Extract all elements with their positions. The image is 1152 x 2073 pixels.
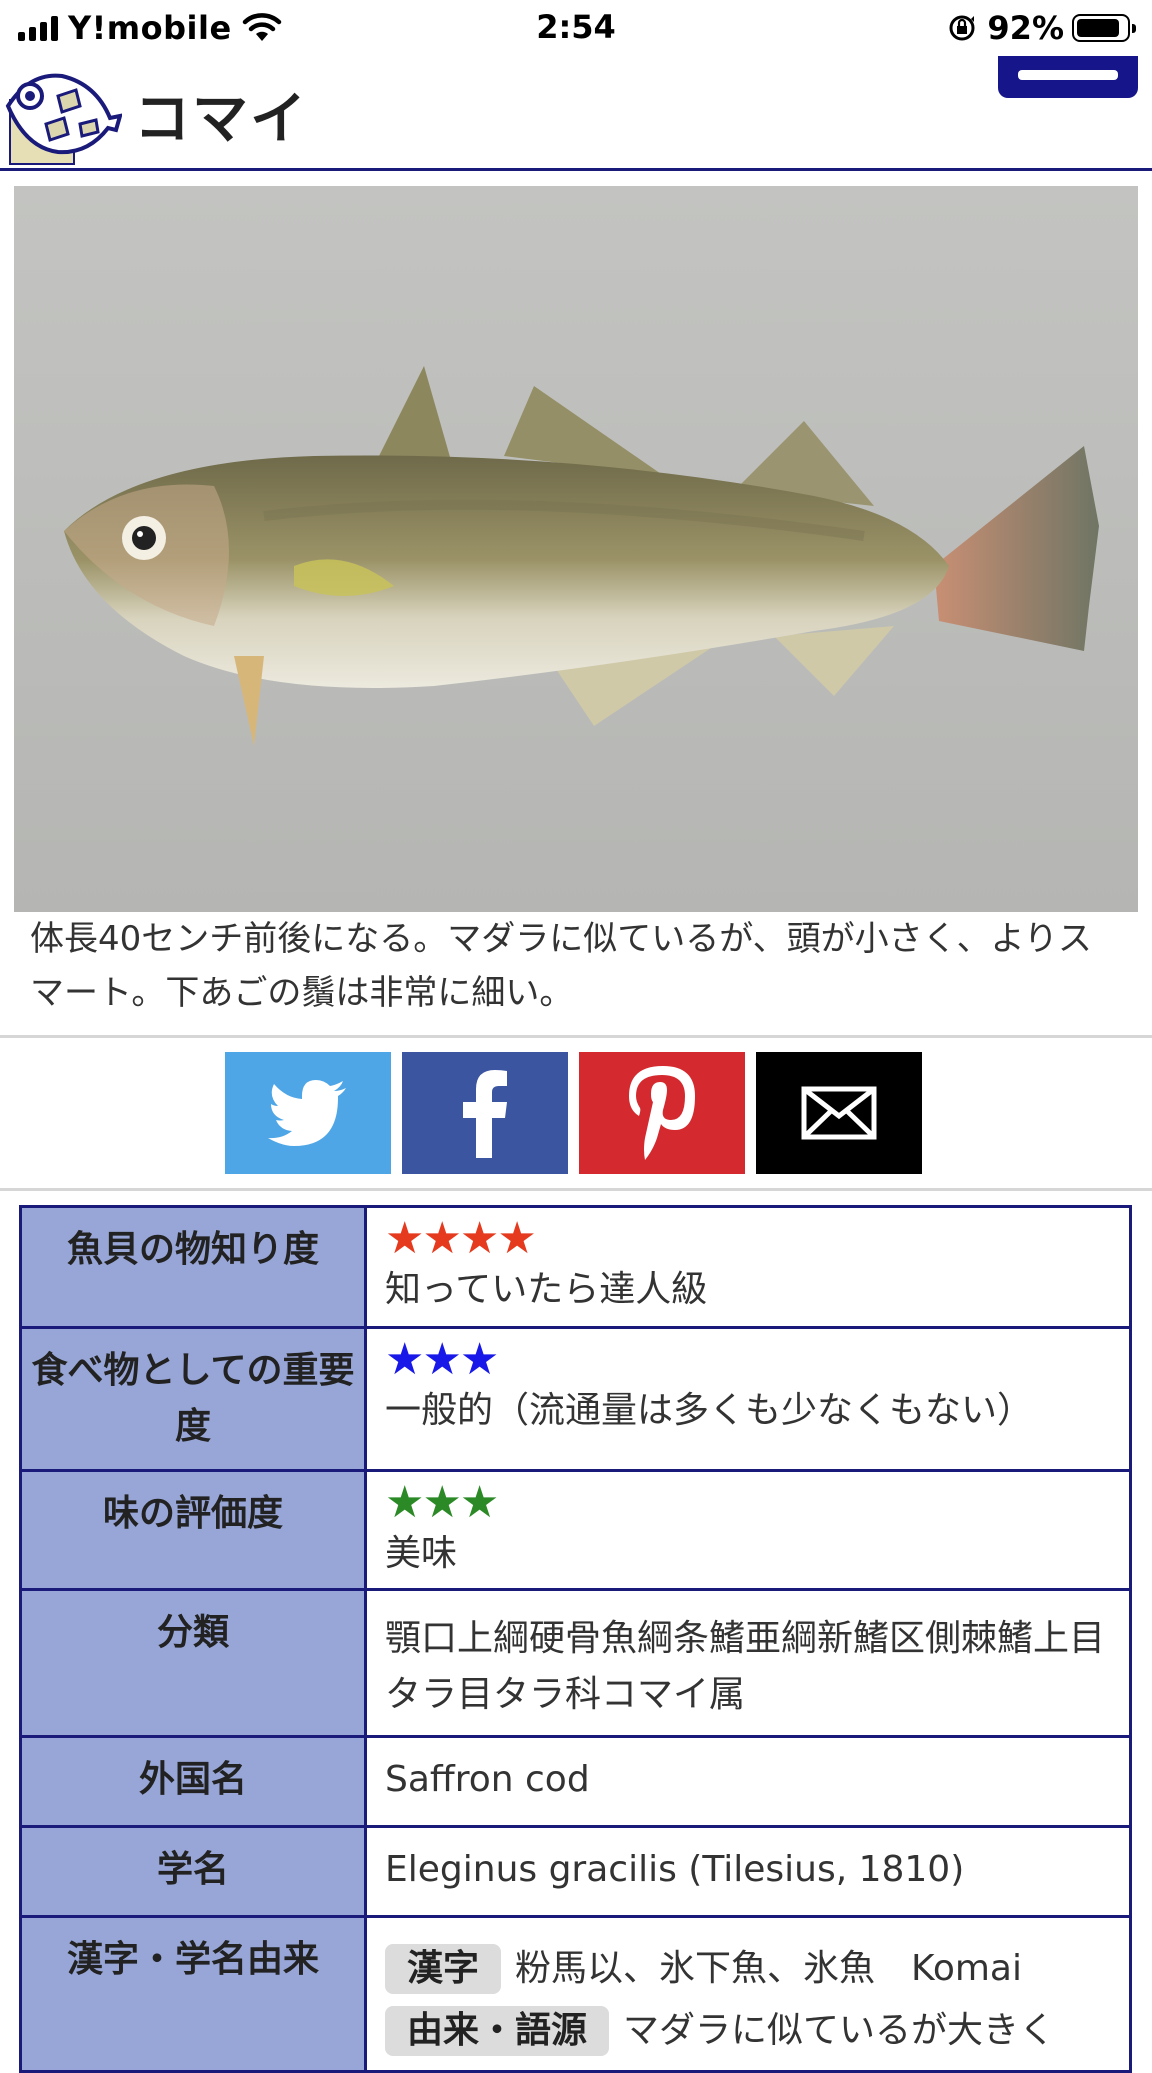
rating-text: 美味: [385, 1533, 458, 1574]
mail-icon: [801, 1086, 877, 1140]
rating-cell: ★★★ 美味: [364, 1469, 1132, 1593]
detail-label: 漢字・学名由来: [19, 1915, 367, 2073]
rating-row-importance: 食べ物としての重要度 ★★★ 一般的（流通量は多くも少なくもない）: [19, 1326, 1132, 1472]
detail-value: Eleginus gracilis (Tilesius, 1810): [364, 1825, 1132, 1918]
pinterest-share-button[interactable]: [579, 1052, 745, 1174]
divider: [0, 1188, 1152, 1191]
star-rating: ★★★: [385, 1334, 499, 1385]
battery-icon: [1072, 14, 1136, 42]
kanji-tag: 漢字: [385, 1944, 502, 1994]
fish-photo: [14, 186, 1138, 912]
rating-text: 一般的（流通量は多くも少なくもない）: [385, 1390, 1034, 1431]
battery-percent: 92%: [987, 9, 1064, 47]
origin-text: マダラに似ているが大きく: [623, 2010, 1056, 2051]
share-bar: [225, 1052, 922, 1174]
detail-row-kanji: 漢字・学名由来 漢字 粉馬以、氷下魚、氷魚 Komai 由来・語源 マダラに似ている…: [19, 1915, 1132, 2073]
menu-button[interactable]: [998, 56, 1138, 98]
twitter-icon: [268, 1080, 346, 1146]
rating-label: 魚貝の物知り度: [19, 1205, 367, 1329]
detail-row-foreign-name: 外国名 Saffron cod: [19, 1735, 1132, 1828]
fish-description: 体長40センチ前後になる。マダラに似ているが、頭が小さく、よりスマート。下あごの…: [30, 919, 1092, 1013]
detail-row-classification: 分類 顎口上綱硬骨魚綱条鰭亜綱新鰭区側棘鰭上目タラ目タラ科コマイ属: [19, 1588, 1132, 1738]
kanji-text: 粉馬以、氷下魚、氷魚 Komai: [515, 1948, 1022, 1989]
page-header: コマイ: [0, 56, 1152, 171]
details-table: 分類 顎口上綱硬骨魚綱条鰭亜綱新鰭区側棘鰭上目タラ目タラ科コマイ属 外国名 Sa…: [19, 1588, 1132, 2073]
rating-label: 味の評価度: [19, 1469, 367, 1593]
star-rating: ★★★: [385, 1477, 499, 1528]
twitter-share-button[interactable]: [225, 1052, 391, 1174]
star-rating: ★★★★: [385, 1213, 537, 1264]
ratings-table: 魚貝の物知り度 ★★★★ 知っていたら達人級 食べ物としての重要度 ★★★ 一般…: [19, 1205, 1132, 1593]
page-title: コマイ: [134, 87, 308, 152]
facebook-share-button[interactable]: [402, 1052, 568, 1174]
rating-cell: ★★★★ 知っていたら達人級: [364, 1205, 1132, 1329]
status-bar: Y!mobile 2:54 92%: [0, 0, 1152, 56]
rating-text: 知っていたら達人級: [385, 1269, 708, 1310]
mail-share-button[interactable]: [756, 1052, 922, 1174]
facebook-icon: [463, 1070, 507, 1158]
detail-label: 外国名: [19, 1735, 367, 1828]
rating-row-knowledge: 魚貝の物知り度 ★★★★ 知っていたら達人級: [19, 1205, 1132, 1329]
detail-value: 漢字 粉馬以、氷下魚、氷魚 Komai 由来・語源 マダラに似ているが大きく: [364, 1915, 1132, 2073]
rating-cell: ★★★ 一般的（流通量は多くも少なくもない）: [364, 1326, 1132, 1472]
rating-row-taste: 味の評価度 ★★★ 美味: [19, 1469, 1132, 1593]
detail-value: 顎口上綱硬骨魚綱条鰭亜綱新鰭区側棘鰭上目タラ目タラ科コマイ属: [364, 1588, 1132, 1738]
orientation-lock-icon: [949, 15, 975, 41]
detail-value: Saffron cod: [364, 1735, 1132, 1828]
rating-label: 食べ物としての重要度: [19, 1326, 367, 1472]
site-logo-icon[interactable]: [0, 66, 122, 166]
detail-row-scientific-name: 学名 Eleginus gracilis (Tilesius, 1810): [19, 1825, 1132, 1918]
detail-label: 学名: [19, 1825, 367, 1918]
pinterest-icon: [629, 1066, 695, 1160]
origin-tag: 由来・語源: [385, 2006, 610, 2056]
menu-icon: [1018, 70, 1118, 80]
divider: [0, 1035, 1152, 1038]
detail-label: 分類: [19, 1588, 367, 1738]
